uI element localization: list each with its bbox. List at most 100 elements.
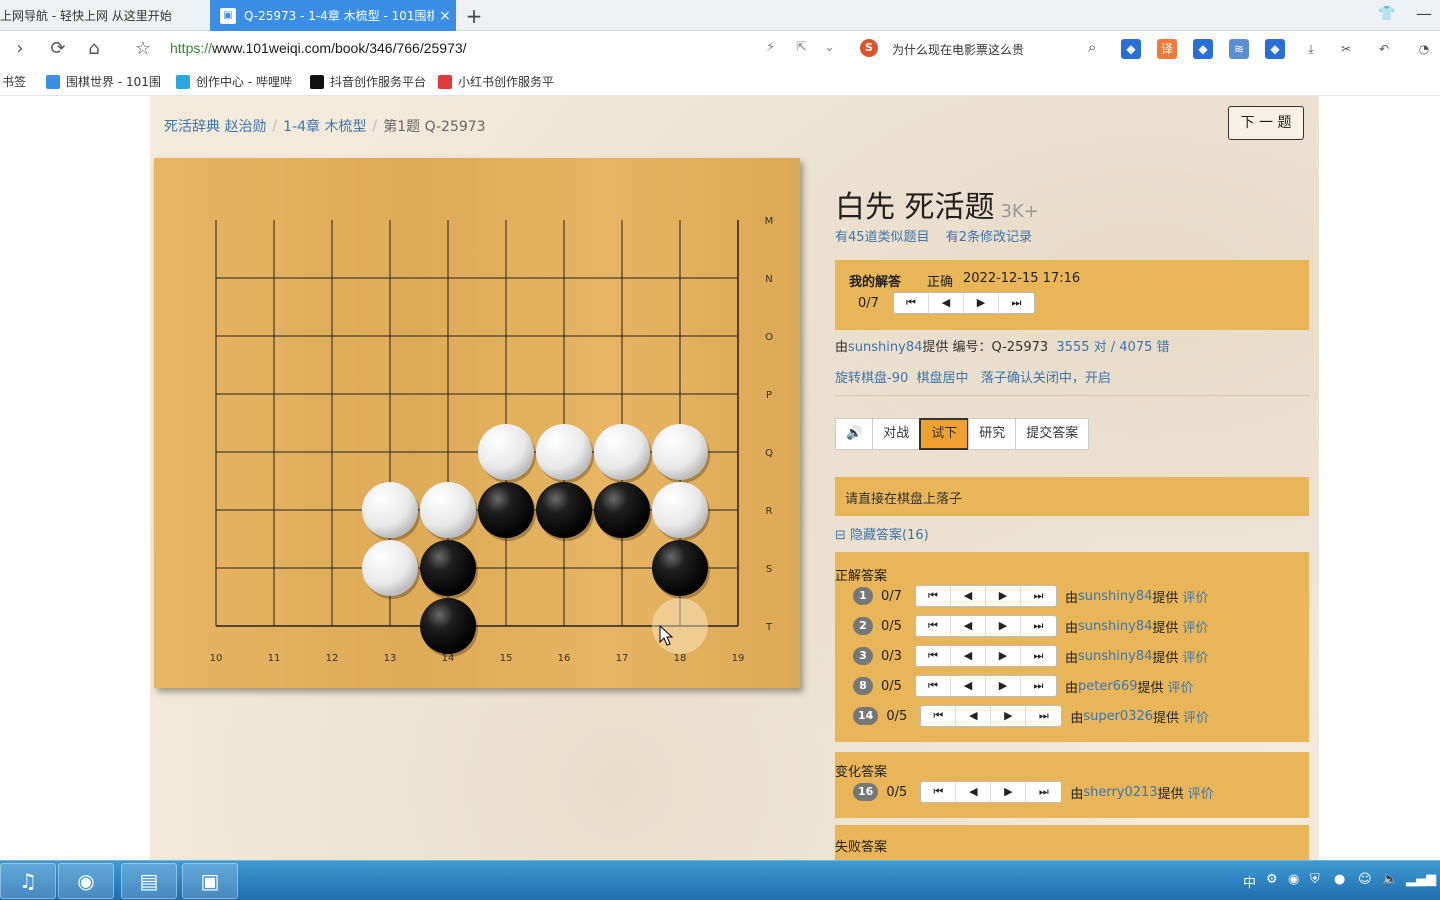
stats-link[interactable]: 3555 对 / 4075 错 xyxy=(1056,340,1169,355)
next-move-icon[interactable]: ▶ xyxy=(991,706,1027,726)
next-move-icon[interactable]: ▶ xyxy=(986,646,1021,666)
similar-problems-link[interactable]: 有45道类似题目 xyxy=(835,230,930,245)
translate-icon[interactable]: 译 xyxy=(1157,39,1177,59)
next-problem-button[interactable]: 下 一 题 xyxy=(1228,106,1304,140)
prev-move-icon[interactable]: ◀ xyxy=(956,782,992,802)
rate-link[interactable]: 评价 xyxy=(1182,587,1208,606)
next-move-icon[interactable]: ▶ xyxy=(991,782,1027,802)
search-icon[interactable]: ⌕ xyxy=(1088,38,1096,56)
prev-move-icon[interactable]: ◀ xyxy=(929,293,964,313)
minimize-button[interactable]: — xyxy=(1416,4,1432,23)
file-explorer-icon[interactable]: ▤ xyxy=(121,863,177,899)
last-move-icon[interactable]: ⏭ xyxy=(1026,706,1061,726)
scissors-icon[interactable]: ✂ xyxy=(1336,39,1356,59)
breadcrumb-chapter-link[interactable]: 1-4章 木梳型 xyxy=(283,116,366,136)
go-board-canvas[interactable]: 10 11 12 13 14 15 16 17 18 19MNOPQRST xyxy=(154,158,800,688)
last-move-icon[interactable]: ⏭ xyxy=(1021,616,1056,636)
last-move-icon[interactable]: ⏭ xyxy=(1021,646,1056,666)
first-move-icon[interactable]: ⏮ xyxy=(921,706,957,726)
extension-layers-icon[interactable]: ◆ xyxy=(1121,39,1141,59)
center-board-link[interactable]: 棋盘居中 xyxy=(917,371,969,386)
submit-answer-button[interactable]: 提交答案 xyxy=(1015,418,1090,450)
prev-move-icon[interactable]: ◀ xyxy=(951,586,986,606)
answer-user-link[interactable]: sunshiny84 xyxy=(1078,649,1152,664)
share-icon[interactable]: ⇱ xyxy=(796,40,807,55)
first-move-icon[interactable]: ⏮ xyxy=(916,616,951,636)
forward-icon[interactable]: › xyxy=(8,37,32,61)
tab-active[interactable]: ▣ Q-25973 - 1-4章 木梳型 - 101围棋 × xyxy=(210,0,456,31)
signal-icon[interactable]: ▂▄▆ xyxy=(1406,872,1436,887)
answer-user-link[interactable]: sherry0213 xyxy=(1083,785,1157,800)
bookmark-item[interactable]: 抖音创作服务平台 xyxy=(310,73,426,90)
sound-button[interactable]: 🔊 xyxy=(835,418,874,450)
rate-link[interactable]: 评价 xyxy=(1188,783,1214,802)
next-move-icon[interactable]: ▶ xyxy=(986,616,1021,636)
bookmark-star-icon[interactable]: ☆ xyxy=(131,37,155,61)
first-move-icon[interactable]: ⏮ xyxy=(916,676,951,696)
music-app-icon[interactable]: ♫ xyxy=(0,863,56,899)
confirm-move-link[interactable]: 落子确认关闭中，开启 xyxy=(981,371,1111,386)
battle-mode-button[interactable]: 对战 xyxy=(872,418,921,450)
home-icon[interactable]: ⌂ xyxy=(82,37,106,61)
bookmarks-label[interactable]: 书签 xyxy=(2,73,26,90)
network-app-icon[interactable]: ● xyxy=(1334,872,1345,887)
last-move-icon[interactable]: ⏭ xyxy=(1021,676,1056,696)
new-tab-button[interactable]: + xyxy=(462,4,486,28)
url-field[interactable]: https://www.101weiqi.com/book/346/766/25… xyxy=(170,40,467,56)
bookmark-item[interactable]: 围棋世界 - 101围 xyxy=(46,73,161,90)
rate-link[interactable]: 评价 xyxy=(1168,677,1194,696)
search-input[interactable]: 为什么现在电影票这么贵 xyxy=(892,41,1024,58)
browser-app-icon[interactable]: ◉ xyxy=(58,863,114,899)
volume-icon[interactable]: 🔈 xyxy=(1382,872,1398,887)
first-move-icon[interactable]: ⏮ xyxy=(916,586,951,606)
qq-icon[interactable]: ☺ xyxy=(1358,872,1372,887)
last-move-icon[interactable]: ⏭ xyxy=(1026,782,1061,802)
extension-stack-icon[interactable]: ≋ xyxy=(1229,39,1249,59)
prev-move-icon[interactable]: ◀ xyxy=(951,616,986,636)
rotate-board-link[interactable]: 旋转棋盘-90 xyxy=(835,371,908,386)
breadcrumb-book-link[interactable]: 死活辞典 赵治勋 xyxy=(164,116,266,136)
prev-move-icon[interactable]: ◀ xyxy=(951,676,986,696)
reload-icon[interactable]: ⟳ xyxy=(46,37,70,61)
history-icon[interactable]: ◔ xyxy=(1414,39,1434,59)
last-move-icon[interactable]: ⏭ xyxy=(999,293,1034,313)
shield-icon[interactable]: ⛨ xyxy=(1310,872,1320,887)
next-move-icon[interactable]: ▶ xyxy=(986,586,1021,606)
first-move-icon[interactable]: ⏮ xyxy=(916,646,951,666)
answer-user-link[interactable]: sunshiny84 xyxy=(1078,619,1152,634)
answer-user-link[interactable]: super0326 xyxy=(1083,709,1153,724)
go-board[interactable]: 10 11 12 13 14 15 16 17 18 19 M N O P Q R S T xyxy=(154,158,800,688)
input-method-icon[interactable]: 中 xyxy=(1243,872,1256,891)
bookmark-item[interactable]: 创作中心 - 哔哩哔 xyxy=(176,73,292,90)
last-move-icon[interactable]: ⏭ xyxy=(1021,586,1056,606)
tab-navigation[interactable]: 上网导航 - 轻快上网 从这里开始 xyxy=(0,0,206,31)
extension-layers-icon[interactable]: ◆ xyxy=(1193,39,1213,59)
hide-answers-toggle[interactable]: ⊟ 隐藏答案(16) xyxy=(835,524,929,543)
presentation-app-icon[interactable]: ▣ xyxy=(182,863,238,899)
edit-history-link[interactable]: 有2条修改记录 xyxy=(946,230,1032,245)
chevron-down-icon[interactable]: ⌄ xyxy=(824,40,835,55)
first-move-icon[interactable]: ⏮ xyxy=(894,293,929,313)
record-icon[interactable]: ◉ xyxy=(1288,872,1299,887)
skin-icon[interactable]: 👕 xyxy=(1378,6,1395,22)
undo-icon[interactable]: ↶ xyxy=(1374,39,1394,59)
rate-link[interactable]: 评价 xyxy=(1182,647,1208,666)
first-move-icon[interactable]: ⏮ xyxy=(921,782,957,802)
provider-link[interactable]: sunshiny84 xyxy=(848,340,922,355)
next-move-icon[interactable]: ▶ xyxy=(964,293,999,313)
prev-move-icon[interactable]: ◀ xyxy=(956,706,992,726)
settings-icon[interactable]: ⚙ xyxy=(1266,872,1278,887)
next-move-icon[interactable]: ▶ xyxy=(986,676,1021,696)
download-icon[interactable]: ⤓ xyxy=(1301,39,1321,59)
search-engine-icon[interactable]: S xyxy=(860,39,878,57)
rate-link[interactable]: 评价 xyxy=(1182,617,1208,636)
answer-user-link[interactable]: sunshiny84 xyxy=(1078,589,1152,604)
extension-layers-icon[interactable]: ◆ xyxy=(1265,39,1285,59)
try-mode-button[interactable]: 试下 xyxy=(919,418,970,450)
bookmark-item[interactable]: 小红书创作服务平 xyxy=(438,73,554,90)
lightning-icon[interactable]: ⚡ xyxy=(766,40,775,55)
close-tab-icon[interactable]: × xyxy=(434,8,456,24)
answer-user-link[interactable]: peter669 xyxy=(1078,679,1138,694)
rate-link[interactable]: 评价 xyxy=(1183,707,1209,726)
prev-move-icon[interactable]: ◀ xyxy=(951,646,986,666)
